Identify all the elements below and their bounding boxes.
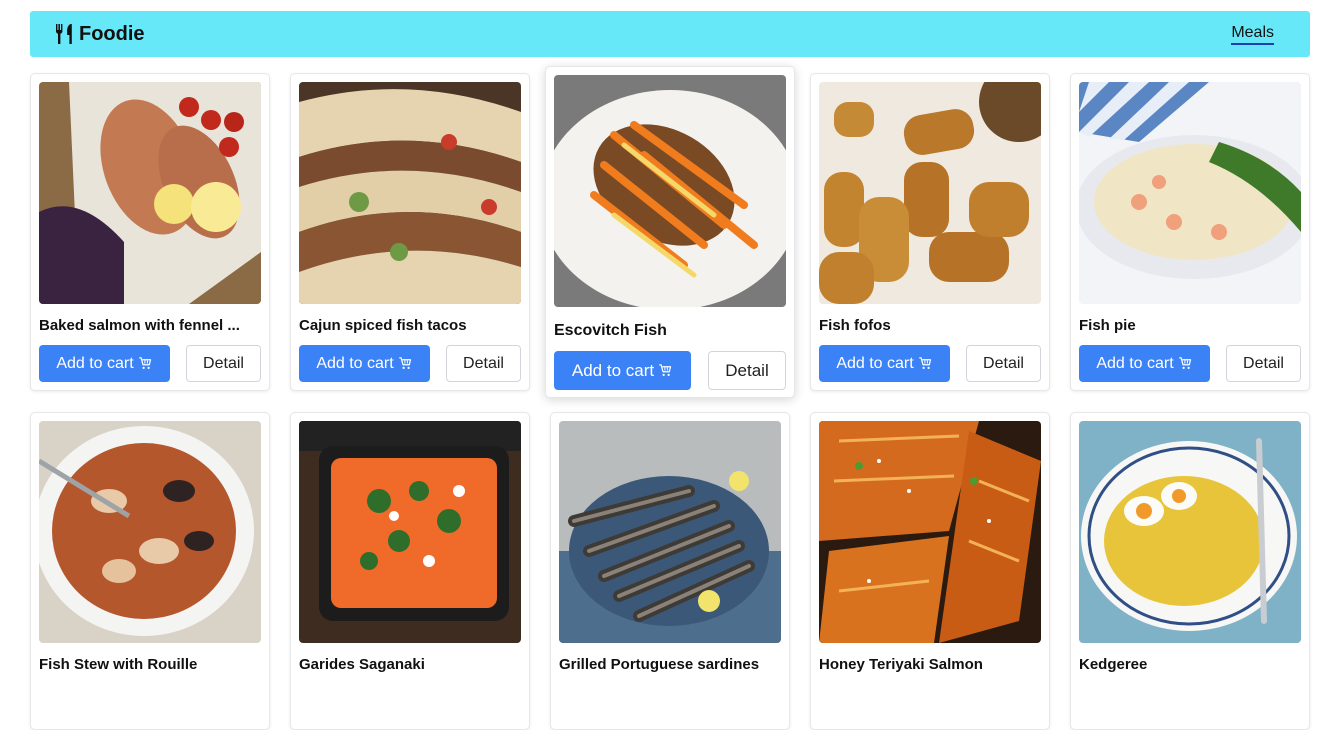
detail-button[interactable]: Detail: [1226, 345, 1301, 382]
add-to-cart-label: Add to cart: [571, 360, 655, 380]
add-to-cart-label: Add to cart: [316, 354, 394, 372]
meal-card: Escovitch Fish Add to cart Detail: [545, 66, 795, 398]
meal-image[interactable]: [554, 75, 786, 307]
meal-title: Baked salmon with fennel ...: [39, 317, 240, 334]
meal-card: Grilled Portuguese sardines: [550, 412, 790, 730]
add-to-cart-button[interactable]: Add to cart: [554, 351, 691, 390]
meal-image[interactable]: [39, 82, 261, 304]
meal-card: Fish fofos Add to cart Detail: [810, 73, 1050, 391]
cart-icon: [138, 356, 153, 371]
detail-button[interactable]: Detail: [966, 345, 1041, 382]
meal-title: Escovitch Fish: [554, 322, 667, 339]
meal-title: Fish pie: [1079, 317, 1136, 334]
meal-card: Kedgeree: [1070, 412, 1310, 730]
add-to-cart-button[interactable]: Add to cart: [39, 345, 170, 382]
meal-card: Garides Saganaki: [290, 412, 530, 730]
meal-card: Fish pie Add to cart Detail: [1070, 73, 1310, 391]
meal-card: Fish Stew with Rouille: [30, 412, 270, 730]
add-to-cart-label: Add to cart: [836, 354, 914, 372]
meal-image[interactable]: [559, 421, 781, 643]
cart-icon: [1178, 356, 1193, 371]
meal-title: Fish fofos: [819, 317, 891, 334]
meal-card: Cajun spiced fish tacos Add to cart Deta…: [290, 73, 530, 391]
meal-title: Kedgeree: [1079, 656, 1148, 673]
brand-name: Foodie: [79, 22, 145, 45]
detail-button[interactable]: Detail: [708, 351, 786, 390]
cart-icon: [918, 356, 933, 371]
meal-image[interactable]: [819, 421, 1041, 643]
fork-knife-icon: [56, 24, 72, 44]
nav-link-meals[interactable]: Meals: [1231, 24, 1274, 45]
cart-icon: [658, 363, 673, 378]
meal-image[interactable]: [1079, 82, 1301, 304]
meal-card: Baked salmon with fennel ... Add to cart…: [30, 73, 270, 391]
meal-image[interactable]: [299, 82, 521, 304]
brand[interactable]: Foodie: [52, 11, 145, 57]
meal-image[interactable]: [39, 421, 261, 643]
detail-button[interactable]: Detail: [446, 345, 521, 382]
add-to-cart-button[interactable]: Add to cart: [1079, 345, 1210, 382]
meal-card: Honey Teriyaki Salmon: [810, 412, 1050, 730]
meal-title: Grilled Portuguese sardines: [559, 656, 760, 673]
add-to-cart-button[interactable]: Add to cart: [819, 345, 950, 382]
meal-image[interactable]: [1079, 421, 1301, 643]
detail-button[interactable]: Detail: [186, 345, 261, 382]
meal-title: Cajun spiced fish tacos: [299, 317, 467, 334]
meal-title: Honey Teriyaki Salmon: [819, 656, 983, 673]
add-to-cart-label: Add to cart: [1096, 354, 1174, 372]
meal-image[interactable]: [819, 82, 1041, 304]
meal-title: Garides Saganaki: [299, 656, 425, 673]
add-to-cart-button[interactable]: Add to cart: [299, 345, 430, 382]
navbar: Foodie Meals: [30, 11, 1310, 57]
add-to-cart-label: Add to cart: [56, 354, 134, 372]
meal-image[interactable]: [299, 421, 521, 643]
cart-icon: [398, 356, 413, 371]
meal-title: Fish Stew with Rouille: [39, 656, 198, 673]
